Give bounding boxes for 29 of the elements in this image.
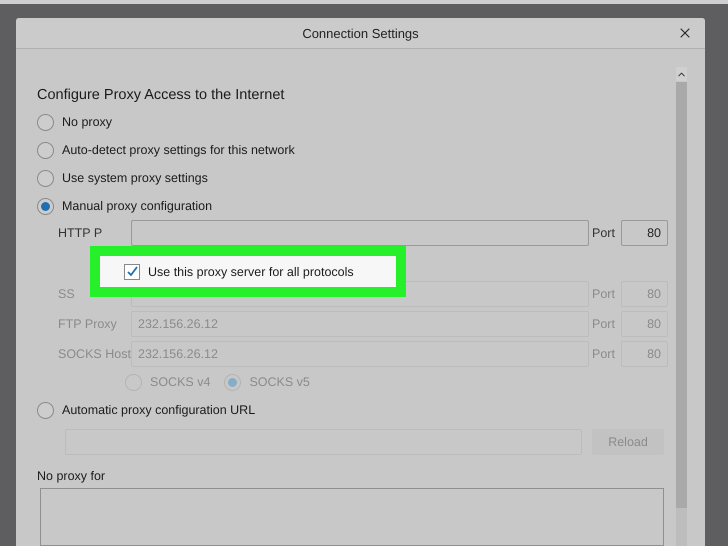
radio-button[interactable] bbox=[37, 402, 54, 418]
radio-button[interactable] bbox=[37, 142, 54, 158]
radio-label: SOCKS v4 bbox=[150, 375, 210, 389]
proxy-label: HTTP P bbox=[58, 226, 104, 240]
radio-button[interactable] bbox=[37, 114, 54, 130]
radio-button[interactable] bbox=[37, 198, 54, 214]
section-title: Configure Proxy Access to the Internet bbox=[37, 87, 286, 103]
port-label: Port bbox=[592, 347, 616, 361]
field-label: No proxy for bbox=[37, 469, 106, 483]
port-field[interactable]: 80 bbox=[621, 220, 668, 246]
port-label: Port bbox=[592, 287, 616, 301]
radio-label: SOCKS v5 bbox=[249, 375, 310, 389]
scroll-up-button[interactable] bbox=[676, 67, 687, 81]
radio-label: Auto-detect proxy settings for this network bbox=[62, 143, 295, 157]
radio-label: Use system proxy settings bbox=[62, 171, 208, 185]
checkbox-label: Use this proxy server for all protocols bbox=[148, 264, 354, 278]
window-title: Connection Settings bbox=[302, 26, 419, 40]
port-label: Port bbox=[592, 317, 616, 331]
port-label: Port bbox=[592, 226, 616, 240]
radio-button[interactable] bbox=[37, 170, 54, 186]
checkbox[interactable] bbox=[124, 264, 140, 280]
check-icon bbox=[126, 265, 138, 278]
radio-label: Manual proxy configuration bbox=[62, 199, 212, 213]
radio-label: Automatic proxy configuration URL bbox=[62, 403, 256, 417]
proxy-label: FTP Proxy bbox=[58, 317, 118, 331]
proxy-label: SS bbox=[58, 287, 76, 301]
proxy-field[interactable] bbox=[131, 220, 589, 246]
no-proxy-field[interactable] bbox=[40, 488, 664, 546]
radio-label: No proxy bbox=[62, 115, 112, 129]
